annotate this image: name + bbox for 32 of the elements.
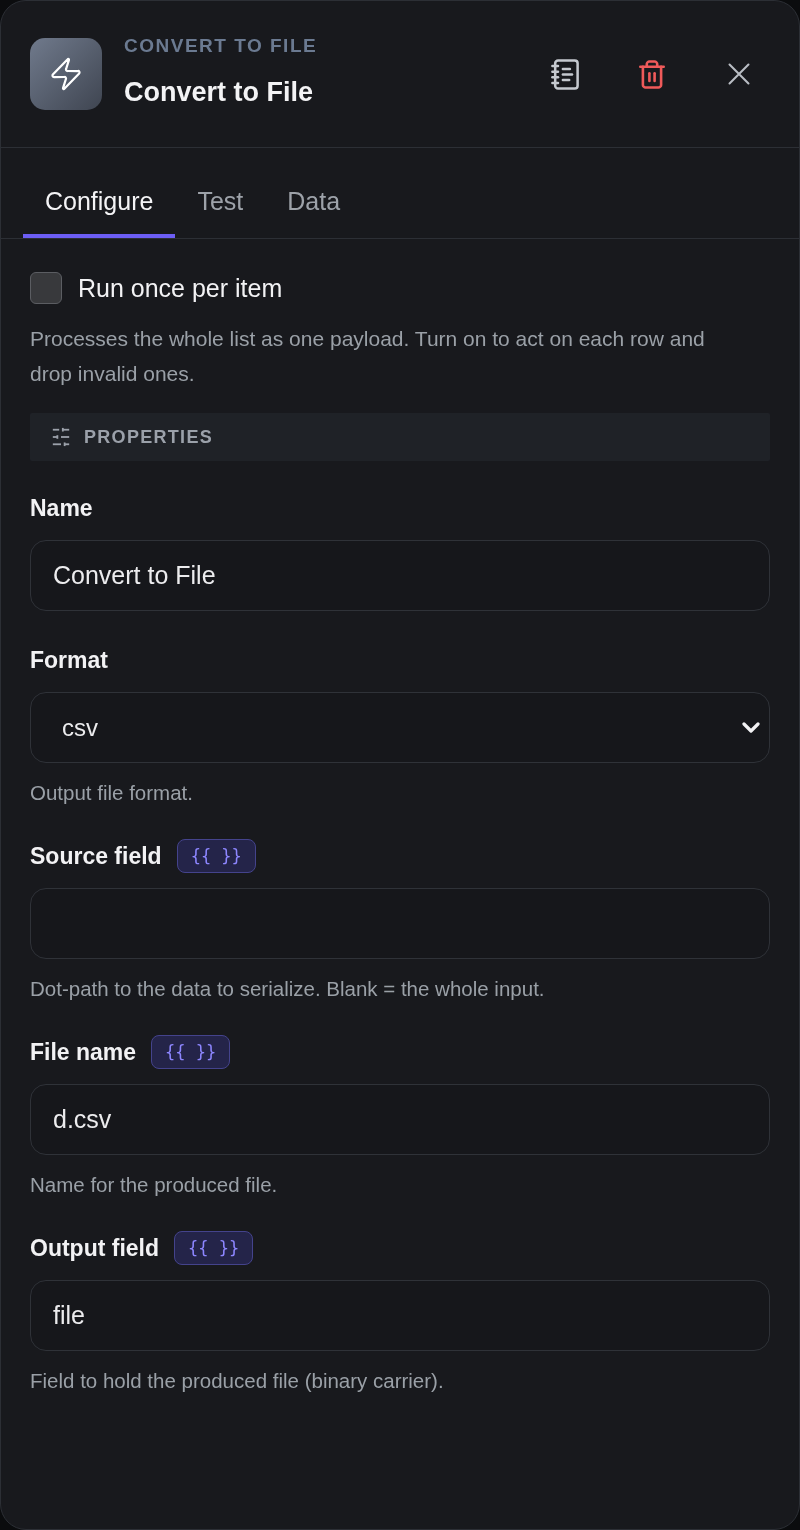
field-label: Name xyxy=(30,494,93,522)
help-text: Output file format. xyxy=(30,780,194,806)
description-text: Processes the whole list as one payload. Turn on to act on each row and drop invalid ones. xyxy=(30,326,706,387)
field-label: Format xyxy=(30,646,108,674)
sliders-icon xyxy=(52,427,70,447)
field-label: File name xyxy=(30,1038,137,1066)
field-label: Output field xyxy=(30,1234,160,1262)
text-input[interactable] xyxy=(30,888,770,959)
tab[interactable]: Configure xyxy=(23,166,176,238)
checkbox-label: Run once per item xyxy=(78,273,283,304)
template-badge: {{ }} xyxy=(176,839,256,873)
template-badge: {{ }} xyxy=(151,1035,231,1069)
help-text: Field to hold the produced file (binary carrier). xyxy=(30,1368,445,1394)
checkbox[interactable] xyxy=(30,272,62,304)
field-label: Source field xyxy=(30,842,162,870)
template-badge: {{ }} xyxy=(174,1231,254,1265)
help-text: Dot-path to the data to serialize. Blank = the whole input. xyxy=(30,976,546,1002)
text-input[interactable]: Convert to File xyxy=(30,540,770,611)
node-type-label: CONVERT TO FILE xyxy=(124,34,318,58)
dropdown-select[interactable]: csv xyxy=(30,692,770,763)
tab[interactable]: Test xyxy=(175,166,266,238)
node-title: Convert to File xyxy=(124,76,313,108)
tab[interactable]: Data xyxy=(265,166,363,238)
text-input[interactable]: file xyxy=(30,1280,770,1351)
help-text: Name for the produced file. xyxy=(30,1172,279,1198)
lightning-icon xyxy=(30,38,102,110)
close-icon xyxy=(727,62,751,86)
chevron-down-icon xyxy=(742,722,760,733)
section-title: PROPERTIES xyxy=(84,426,214,448)
trash-icon xyxy=(639,59,665,89)
notebook-icon xyxy=(551,58,579,90)
text-input[interactable]: d.csv xyxy=(30,1084,770,1155)
